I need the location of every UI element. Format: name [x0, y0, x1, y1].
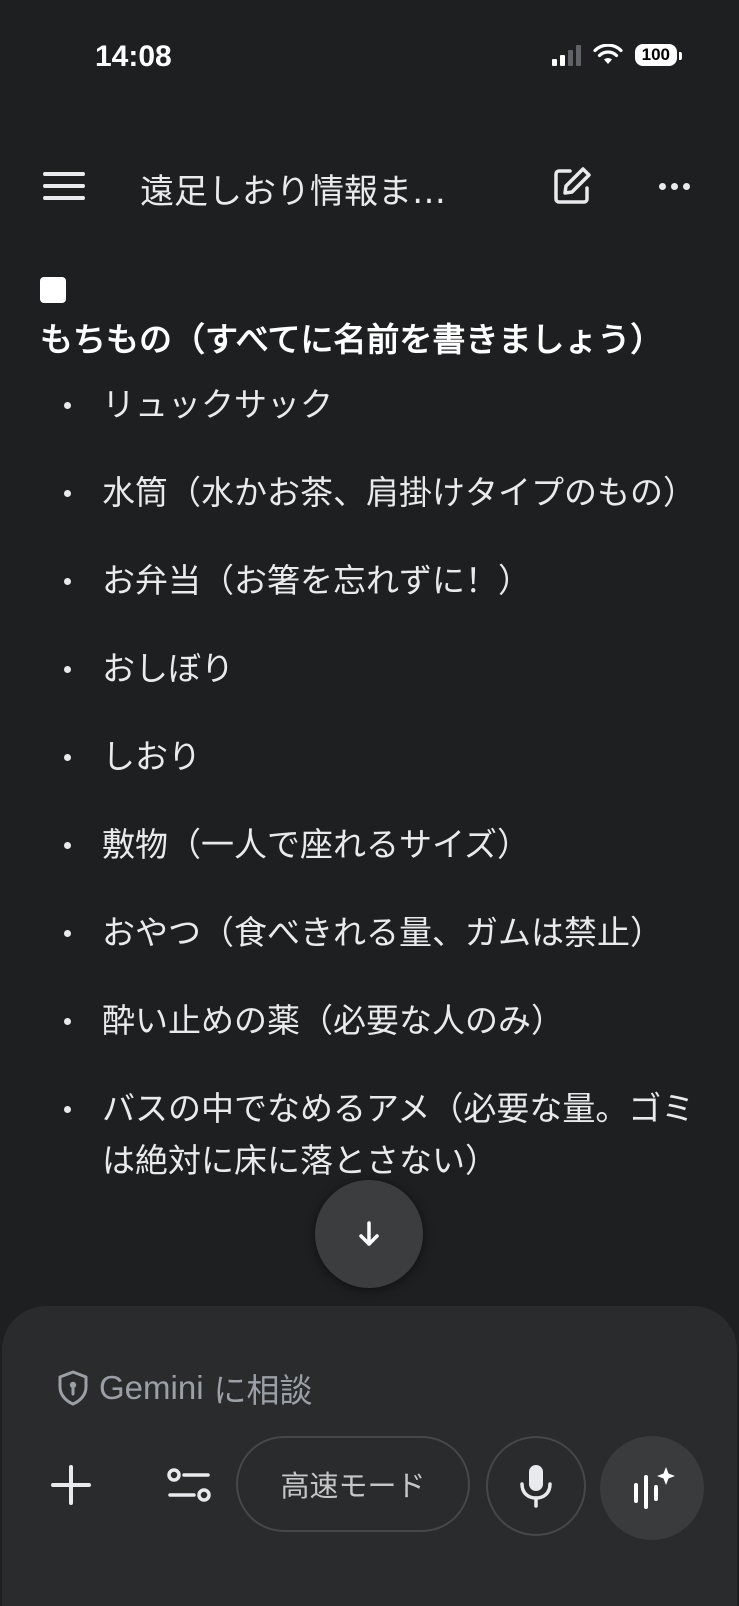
more-options-button[interactable]	[650, 168, 698, 204]
shield-icon	[58, 1370, 88, 1406]
prompt-placeholder: に相談	[213, 1371, 313, 1410]
list-item: おしぼり	[0, 643, 739, 695]
status-bar: 14:08 100	[0, 0, 739, 120]
more-icon	[658, 182, 666, 190]
list-item: おやつ（食べきれる量、ガムは禁止）	[0, 907, 739, 959]
square-bullet-icon	[40, 277, 66, 303]
live-mode-button[interactable]	[600, 1436, 704, 1540]
section-heading: もちもの（すべてに名前を書きましょう）	[40, 265, 700, 365]
arrow-down-icon	[359, 1221, 379, 1246]
wifi-icon	[593, 44, 623, 64]
add-attachment-button[interactable]	[42, 1456, 100, 1514]
belongings-list: リュックサック 水筒（水かお茶、肩掛けタイプのもの） お弁当（お箸を忘れずに！）…	[0, 379, 739, 1187]
status-icons: 100	[551, 44, 683, 66]
plus-icon	[51, 1465, 91, 1505]
tune-icon	[167, 1468, 211, 1502]
mode-selector-button[interactable]: 高速モード	[236, 1436, 470, 1532]
list-item: しおり	[0, 731, 739, 783]
edit-icon	[554, 167, 591, 204]
list-item: 敷物（一人で座れるサイズ）	[0, 819, 739, 871]
voice-input-button[interactable]	[486, 1436, 586, 1536]
list-item: お弁当（お箸を忘れずに！）	[0, 555, 739, 607]
mic-icon	[520, 1465, 552, 1508]
list-item: バスの中でなめるアメ（必要な量。ゴミは絶対に床に落とさない）	[0, 1083, 739, 1187]
signal-icon	[551, 44, 581, 66]
menu-button[interactable]	[38, 164, 90, 208]
list-item: リュックサック	[0, 379, 739, 431]
chat-response: もちもの（すべてに名前を書きましょう） リュックサック 水筒（水かお茶、肩掛けタ…	[0, 265, 739, 1223]
list-item: 酔い止めの薬（必要な人のみ）	[0, 995, 739, 1047]
menu-icon	[43, 172, 85, 176]
page-title: 遠足しおり情報ま…	[140, 172, 446, 212]
new-chat-button[interactable]	[548, 162, 596, 210]
composer-panel: Gemini に相談 高速モード	[2, 1306, 737, 1606]
tools-button[interactable]	[160, 1456, 218, 1514]
status-time: 14:08	[95, 40, 172, 73]
scroll-to-bottom-button[interactable]	[315, 1180, 423, 1288]
prompt-input[interactable]: Gemini に相談	[57, 1364, 313, 1412]
prompt-brand: Gemini	[99, 1369, 204, 1406]
top-app-bar: 遠足しおり情報ま…	[0, 150, 739, 222]
live-sparkle-icon	[634, 1467, 675, 1509]
list-item: 水筒（水かお茶、肩掛けタイプのもの）	[0, 467, 739, 519]
battery-indicator: 100	[634, 44, 683, 66]
